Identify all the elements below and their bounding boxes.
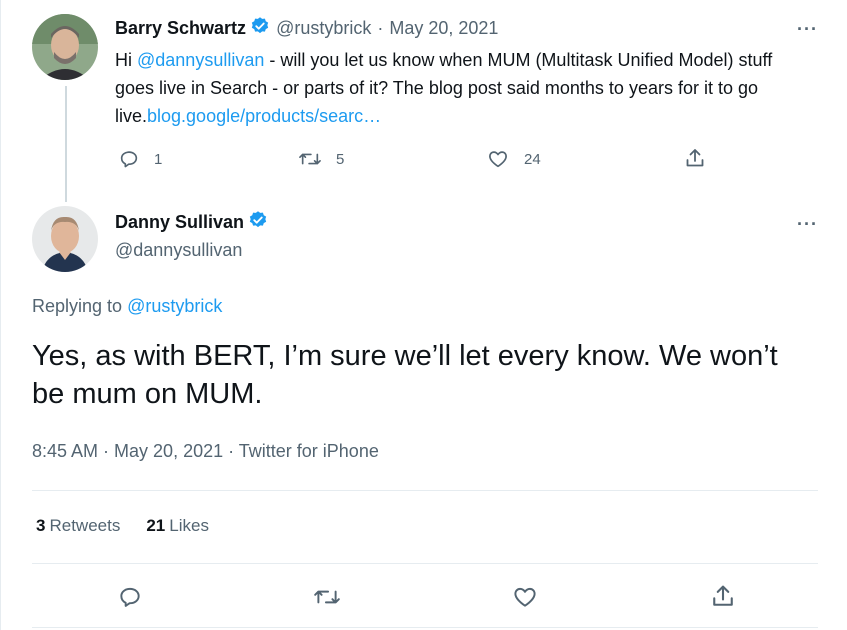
parent-tweet-date[interactable]: May 20, 2021 — [389, 18, 498, 39]
main-share-button[interactable] — [709, 582, 737, 610]
retweets-stat[interactable]: 3 Retweets — [36, 516, 120, 536]
tweet-metadata[interactable]: 8:45 AM · May 20, 2021 · Twitter for iPh… — [32, 441, 379, 462]
danny-sullivan-avatar[interactable] — [32, 206, 98, 272]
parent-author-handle[interactable]: @rustybrick — [276, 18, 371, 39]
replying-handle-link[interactable]: @rustybrick — [127, 296, 222, 316]
share-icon — [709, 582, 737, 610]
reply-icon — [118, 148, 140, 170]
parent-reply-count: 1 — [154, 150, 163, 168]
parent-text-prefix: Hi — [115, 50, 137, 70]
main-tweet-header: Danny Sullivan — [115, 210, 268, 235]
parent-like-count: 24 — [524, 150, 541, 168]
thread-connector-line — [65, 86, 67, 202]
share-icon — [683, 146, 707, 170]
engagement-stats: 3 Retweets 21 Likes — [36, 516, 209, 536]
blog-link[interactable]: blog.google/products/searc… — [147, 106, 381, 126]
replying-to: Replying to @rustybrick — [32, 296, 222, 317]
replying-label: Replying to — [32, 296, 128, 316]
tweet-thread: Barry Schwartz @rustybrick · May 20, 202… — [0, 0, 847, 630]
reply-icon — [117, 584, 143, 610]
separator-dot: · — [377, 18, 384, 38]
divider — [32, 563, 818, 564]
mention-link[interactable]: @dannysullivan — [137, 50, 264, 70]
parent-retweet-count: 5 — [336, 150, 345, 168]
main-retweet-button[interactable] — [313, 584, 341, 610]
main-more-options-icon[interactable]: ··· — [797, 215, 818, 233]
retweet-icon — [298, 148, 322, 170]
retweets-label: Retweets — [49, 516, 121, 535]
main-tweet-text: Yes, as with BERT, I’m sure we’ll let ev… — [32, 340, 778, 410]
divider — [32, 627, 818, 628]
retweet-icon — [313, 584, 341, 610]
left-border — [0, 0, 1, 630]
parent-more-options-icon[interactable]: ··· — [797, 20, 818, 38]
parent-author-name[interactable]: Barry Schwartz — [115, 18, 246, 39]
divider — [32, 490, 818, 491]
likes-count: 21 — [146, 516, 166, 535]
parent-tweet-header: Barry Schwartz @rustybrick · May 20, 202… — [115, 16, 498, 41]
verified-badge-icon — [250, 16, 270, 41]
heart-icon — [511, 584, 539, 610]
barry-schwartz-avatar[interactable] — [32, 14, 98, 80]
retweets-count: 3 — [36, 516, 46, 535]
main-author-name[interactable]: Danny Sullivan — [115, 212, 244, 233]
parent-retweet-button[interactable]: 5 — [298, 148, 344, 170]
parent-tweet-text: Hi @dannysullivan - will you let us know… — [115, 46, 815, 130]
parent-reply-button[interactable]: 1 — [118, 148, 162, 170]
likes-label: Likes — [169, 516, 209, 535]
parent-like-button[interactable]: 24 — [486, 148, 541, 170]
verified-badge-icon — [248, 210, 268, 235]
main-reply-button[interactable] — [117, 584, 143, 610]
parent-share-button[interactable] — [683, 146, 707, 170]
main-like-button[interactable] — [511, 584, 539, 610]
main-author-handle[interactable]: @dannysullivan — [115, 240, 242, 261]
heart-icon — [486, 148, 510, 170]
likes-stat[interactable]: 21 Likes — [146, 516, 209, 536]
